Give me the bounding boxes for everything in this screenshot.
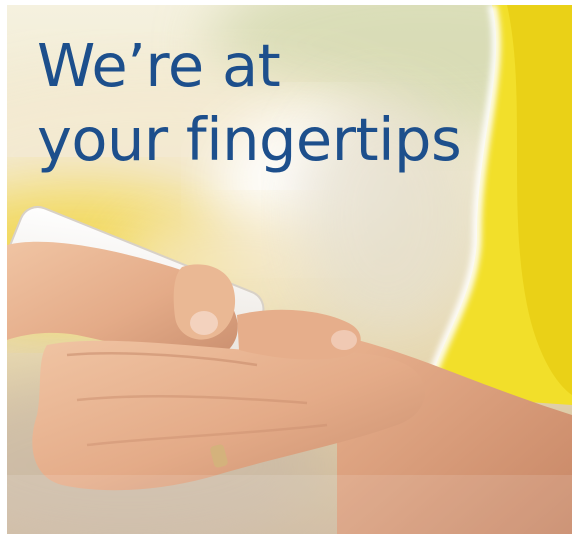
headline-line-1: We’re at [37,31,281,100]
headline-line-2: your fingertips [37,105,462,174]
hero-photo: We’re at your fingertips [7,5,572,534]
headline: We’re at your fingertips [37,29,462,177]
